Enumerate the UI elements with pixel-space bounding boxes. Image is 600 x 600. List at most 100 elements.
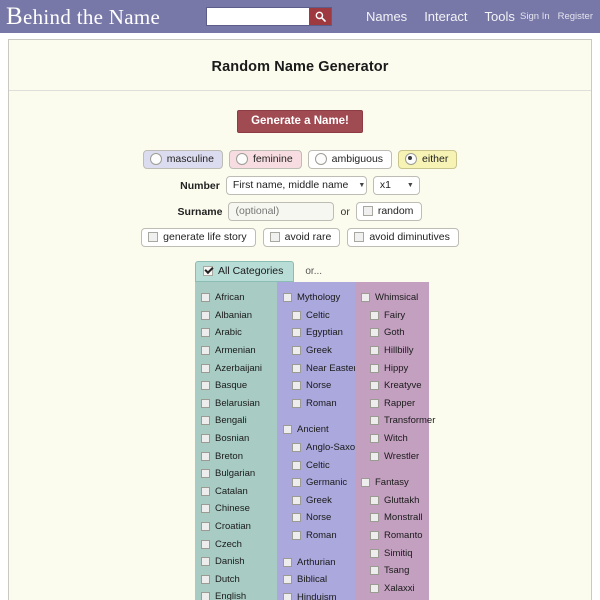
checkbox-icon — [201, 364, 210, 373]
count-select[interactable]: x1 ▼ — [373, 176, 420, 195]
checkbox-icon — [361, 478, 370, 487]
category-item-whimsical-rapper[interactable]: Rapper — [355, 395, 429, 413]
category-item-mythology-greek[interactable]: Greek — [277, 492, 355, 510]
category-item-label: Hinduism — [297, 592, 337, 600]
category-item-language-azerbaijani[interactable]: Azerbaijani — [195, 359, 277, 377]
search-input[interactable] — [207, 8, 309, 25]
category-item-language-arabic[interactable]: Arabic — [195, 324, 277, 342]
category-item-label: Monstrall — [384, 512, 423, 523]
category-item-language-armenian[interactable]: Armenian — [195, 342, 277, 360]
checkbox-icon — [370, 496, 379, 505]
category-item-whimsical-tsang[interactable]: Tsang — [355, 562, 429, 580]
category-item-language-basque[interactable]: Basque — [195, 377, 277, 395]
category-item-mythology-anglo-saxon[interactable]: Anglo-Saxon — [277, 439, 355, 457]
category-item-whimsical-goth[interactable]: Goth — [355, 324, 429, 342]
radio-feminine-icon — [236, 153, 248, 165]
category-item-mythology-arthurian[interactable]: Arthurian — [277, 553, 355, 571]
category-item-language-english[interactable]: English — [195, 588, 277, 600]
category-item-whimsical-monstrall[interactable]: Monstrall — [355, 509, 429, 527]
category-item-language-breton[interactable]: Breton — [195, 447, 277, 465]
number-row: Number First name, middle name ▼ x1 ▼ — [9, 176, 591, 195]
category-item-label: Chinese — [215, 503, 250, 514]
category-item-language-bulgarian[interactable]: Bulgarian — [195, 465, 277, 483]
gender-option-feminine[interactable]: feminine — [229, 150, 302, 169]
category-group-gap — [355, 465, 429, 474]
category-item-mythology-roman[interactable]: Roman — [277, 527, 355, 545]
category-item-whimsical-gluttakh[interactable]: Gluttakh — [355, 492, 429, 510]
site-logo[interactable]: Behind the Name — [6, 3, 160, 31]
category-item-language-chinese[interactable]: Chinese — [195, 500, 277, 518]
register-link[interactable]: Register — [558, 11, 593, 22]
sign-in-link[interactable]: Sign In — [520, 11, 550, 22]
category-item-mythology-germanic[interactable]: Germanic — [277, 474, 355, 492]
category-item-mythology-norse[interactable]: Norse — [277, 509, 355, 527]
category-item-mythology-ancient[interactable]: Ancient — [277, 421, 355, 439]
checkbox-icon — [370, 549, 379, 558]
nav-item-names[interactable]: Names — [366, 9, 407, 24]
category-item-whimsical-romanto[interactable]: Romanto — [355, 527, 429, 545]
category-item-language-croatian[interactable]: Croatian — [195, 518, 277, 536]
category-item-language-czech[interactable]: Czech — [195, 535, 277, 553]
option-avoid-rare[interactable]: avoid rare — [263, 228, 341, 247]
option-avoid-diminutives[interactable]: avoid diminutives — [347, 228, 459, 247]
surname-input[interactable] — [228, 202, 334, 221]
category-item-whimsical-kreatyve[interactable]: Kreatyve — [355, 377, 429, 395]
generate-name-button[interactable]: Generate a Name! — [237, 110, 363, 133]
category-item-label: Whimsical — [375, 292, 418, 303]
number-select-value: First name, middle name — [233, 179, 349, 191]
category-item-mythology-near-eastern[interactable]: Near Eastern — [277, 359, 355, 377]
category-item-whimsical-wrestler[interactable]: Wrestler — [355, 447, 429, 465]
checkbox-icon — [201, 416, 210, 425]
generator-form: masculine feminine ambiguous either Numb… — [9, 150, 591, 247]
category-item-language-catalan[interactable]: Catalan — [195, 483, 277, 501]
all-categories-checkbox[interactable]: All Categories — [195, 261, 294, 282]
category-item-whimsical-xalaxxi[interactable]: Xalaxxi — [355, 580, 429, 598]
category-item-label: Armenian — [215, 345, 256, 356]
gender-option-either[interactable]: either — [398, 150, 457, 169]
category-item-mythology-celtic[interactable]: Celtic — [277, 456, 355, 474]
checkbox-icon — [292, 531, 301, 540]
nav-item-tools[interactable]: Tools — [485, 9, 515, 24]
category-item-language-belarusian[interactable]: Belarusian — [195, 395, 277, 413]
category-item-label: Fantasy — [375, 477, 409, 488]
checkbox-icon — [370, 434, 379, 443]
category-item-language-bosnian[interactable]: Bosnian — [195, 430, 277, 448]
site-header: Behind the Name Names Interact Tools Sig… — [0, 0, 600, 33]
category-item-label: Norse — [306, 512, 331, 523]
category-item-language-albanian[interactable]: Albanian — [195, 307, 277, 325]
gender-label-masculine: masculine — [167, 153, 214, 165]
category-item-language-african[interactable]: African — [195, 289, 277, 307]
random-surname-checkbox[interactable]: random — [356, 202, 423, 221]
category-item-whimsical-fantasy[interactable]: Fantasy — [355, 474, 429, 492]
surname-row: Surname or random — [9, 202, 591, 221]
gender-option-ambiguous[interactable]: ambiguous — [308, 150, 392, 169]
gender-label-feminine: feminine — [253, 153, 293, 165]
category-item-mythology-biblical[interactable]: Biblical — [277, 571, 355, 589]
category-item-whimsical-transformer[interactable]: Transformer — [355, 412, 429, 430]
category-item-mythology-greek[interactable]: Greek — [277, 342, 355, 360]
option-generate-life-story[interactable]: generate life story — [141, 228, 255, 247]
category-group-gap — [277, 544, 355, 553]
category-item-mythology-mythology[interactable]: Mythology — [277, 289, 355, 307]
category-item-whimsical-fairy[interactable]: Fairy — [355, 307, 429, 325]
category-item-mythology-roman[interactable]: Roman — [277, 395, 355, 413]
category-item-whimsical-witch[interactable]: Witch — [355, 430, 429, 448]
category-item-mythology-celtic[interactable]: Celtic — [277, 307, 355, 325]
category-item-label: Fairy — [384, 310, 405, 321]
category-item-language-bengali[interactable]: Bengali — [195, 412, 277, 430]
category-item-mythology-norse[interactable]: Norse — [277, 377, 355, 395]
category-item-whimsical-simitiq[interactable]: Simitiq — [355, 544, 429, 562]
gender-option-masculine[interactable]: masculine — [143, 150, 223, 169]
category-item-language-danish[interactable]: Danish — [195, 553, 277, 571]
option-label-avoid-rare: avoid rare — [285, 231, 332, 243]
category-item-mythology-egyptian[interactable]: Egyptian — [277, 324, 355, 342]
option-label-life-story: generate life story — [163, 231, 246, 243]
search-button[interactable] — [309, 8, 331, 25]
category-item-language-dutch[interactable]: Dutch — [195, 571, 277, 589]
category-item-whimsical-whimsical[interactable]: Whimsical — [355, 289, 429, 307]
nav-item-interact[interactable]: Interact — [424, 9, 467, 24]
category-item-whimsical-hippy[interactable]: Hippy — [355, 359, 429, 377]
category-item-whimsical-hillbilly[interactable]: Hillbilly — [355, 342, 429, 360]
category-item-mythology-hinduism[interactable]: Hinduism — [277, 589, 355, 600]
number-select[interactable]: First name, middle name ▼ — [226, 176, 367, 195]
